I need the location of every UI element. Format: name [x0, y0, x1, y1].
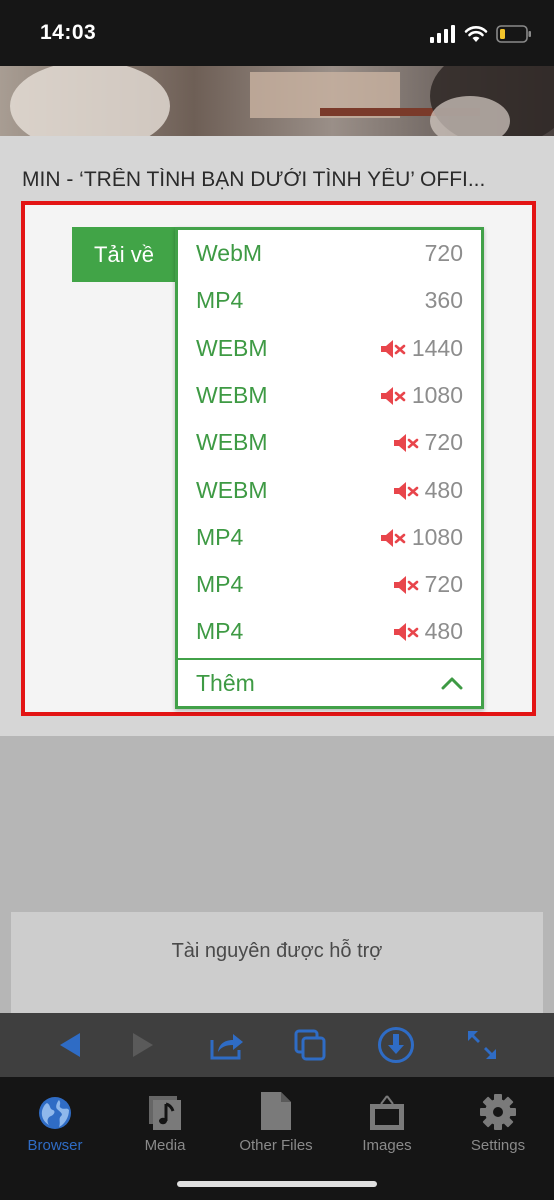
format-label: WEBM [196, 477, 268, 503]
muted-speaker-icon [380, 339, 406, 358]
tab-label: Media [144, 1137, 186, 1154]
supported-resources-panel[interactable]: Tài nguyên được hỗ trợ [11, 912, 543, 1016]
wifi-icon [464, 26, 488, 42]
tab-other-files[interactable]: Other Files [221, 1087, 331, 1167]
format-label: WEBM [196, 335, 268, 361]
image-frame-icon [370, 1095, 404, 1130]
tab-label: Images [362, 1137, 412, 1154]
video-thumbnail[interactable] [0, 66, 554, 136]
format-option[interactable]: MP4 360 [178, 277, 481, 324]
format-label: WEBM [196, 382, 268, 408]
format-option[interactable]: WebM 720 [178, 230, 481, 277]
muted-speaker-icon [380, 386, 406, 405]
resolution-label: 1080 [411, 524, 463, 550]
back-arrow-icon [60, 1033, 80, 1057]
muted-speaker-icon [393, 433, 418, 452]
chevron-up-icon [441, 677, 463, 690]
muted-speaker-icon [393, 622, 418, 641]
more-button[interactable]: Thêm [178, 660, 481, 706]
fullscreen-button[interactable] [462, 1025, 502, 1065]
forward-button[interactable] [123, 1025, 163, 1065]
resolution-label: 1080 [411, 382, 463, 408]
globe-icon [39, 1097, 71, 1129]
share-icon [210, 1034, 243, 1060]
more-label: Thêm [196, 669, 255, 696]
format-option[interactable]: MP4 1080 [178, 514, 481, 561]
format-option[interactable]: WEBM 1440 [178, 325, 481, 372]
format-option[interactable]: MP4 720 [178, 561, 481, 608]
format-option[interactable]: MP4 480 [178, 608, 481, 655]
resolution-label: 720 [424, 240, 463, 266]
format-label: MP4 [196, 618, 244, 644]
video-title: MIN - ‘TRÊN TÌNH BẠN DƯỚI TÌNH YÊU’ OFFI… [22, 168, 486, 191]
format-label: WEBM [196, 429, 268, 455]
tab-browser[interactable]: Browser [0, 1087, 110, 1167]
share-button[interactable] [207, 1025, 247, 1065]
format-option[interactable]: WEBM 720 [178, 419, 481, 466]
browser-toolbar [0, 1013, 554, 1077]
tab-label: Other Files [239, 1137, 313, 1154]
format-option[interactable]: WEBM 1080 [178, 372, 481, 419]
resolution-label: 720 [424, 429, 463, 455]
signal-icon [430, 25, 455, 43]
music-note-icon [149, 1096, 181, 1130]
battery-icon [496, 25, 531, 43]
format-menu: WebM 720 MP4 360 WEBM 1440 WEBM 1080 WEBM 720 WEBM… [175, 227, 484, 709]
file-icon [261, 1092, 291, 1130]
resolution-label: 360 [424, 287, 463, 313]
format-label: WebM [196, 240, 263, 266]
muted-speaker-icon [380, 528, 406, 547]
muted-speaker-icon [393, 575, 418, 594]
download-toolbar-button[interactable] [376, 1025, 416, 1065]
status-bar: 14:03 [0, 0, 554, 66]
tab-settings[interactable]: Settings [443, 1087, 553, 1167]
back-button[interactable] [50, 1025, 90, 1065]
format-label: MP4 [196, 287, 244, 313]
resolution-label: 480 [424, 618, 463, 644]
resolution-label: 1440 [411, 335, 463, 361]
format-label: MP4 [196, 524, 244, 550]
expand-icon [468, 1031, 496, 1059]
muted-speaker-icon [393, 481, 418, 500]
resolution-label: 480 [424, 477, 463, 503]
supported-resources-label: Tài nguyên được hỗ trợ [171, 940, 383, 962]
home-indicator [177, 1181, 377, 1187]
format-option[interactable]: WEBM 480 [178, 467, 481, 514]
download-button[interactable]: Tải về [72, 227, 176, 282]
forward-arrow-icon [133, 1033, 153, 1057]
tab-images[interactable]: Images [332, 1087, 442, 1167]
tab-label: Settings [470, 1137, 526, 1154]
tabs-button[interactable] [290, 1025, 330, 1065]
gear-icon [480, 1094, 516, 1130]
download-circle-icon [378, 1027, 414, 1063]
resolution-label: 720 [424, 571, 463, 597]
tabs-icon [294, 1029, 326, 1061]
format-label: MP4 [196, 571, 244, 597]
status-time: 14:03 [40, 21, 97, 44]
tab-label: Browser [27, 1137, 83, 1154]
tab-media[interactable]: Media [110, 1087, 220, 1167]
